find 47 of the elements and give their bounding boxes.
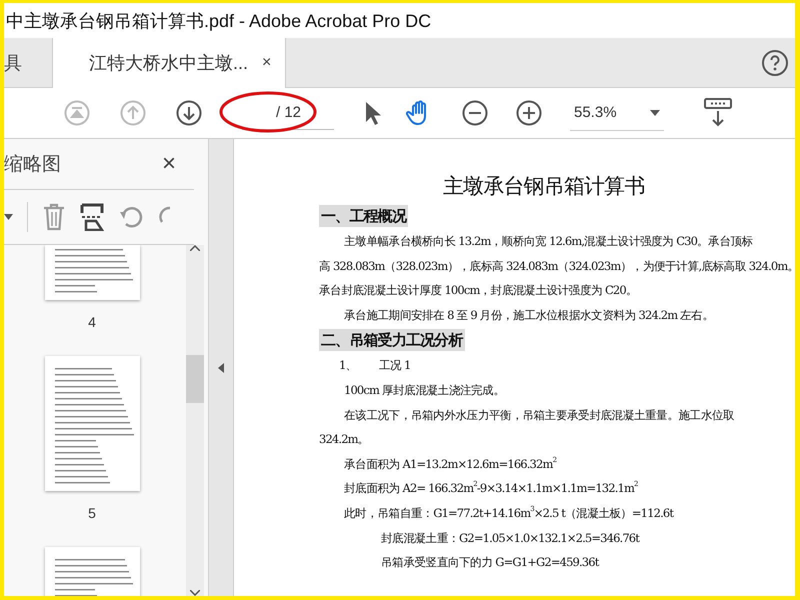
paragraph-line: 承台施工期间安排在 8 至 9 月份，施工水位根据水文资料为 324.2m 左右。 [343, 306, 715, 324]
zoom-field[interactable]: 55.3% [570, 96, 664, 130]
rotate-left-icon[interactable] [118, 204, 144, 230]
section-heading: 一、工程概况 [319, 205, 408, 227]
document-title: 主墩承台钢吊箱计算书 [442, 173, 646, 200]
zoom-in-icon[interactable] [516, 100, 542, 126]
keyboard-down-arrow-icon[interactable] [704, 98, 732, 128]
scroll-up-icon[interactable] [190, 245, 200, 251]
dropdown-caret-icon[interactable] [650, 110, 660, 116]
scroll-down-icon[interactable] [190, 590, 200, 596]
extract-pages-icon[interactable] [80, 203, 104, 231]
tab-label: 江特大桥水中主墩... [89, 52, 248, 75]
paragraph-line: 承台面积为 A1=13.2m×12.6m=166.32m$^{2}$ [343, 454, 558, 473]
scrollbar-thumb[interactable] [186, 355, 204, 403]
paragraph-line: 主墩单幅承台横桥向长 13.2m，顺桥向宽 12.6m,混凝土设计强度为 C30。承台顶标 [343, 233, 754, 250]
paragraph-line: 封底面积为 A2= 166.32m$^{2}$-9×3.14×1.1m×1.1m=132.1m$^{2}$ [343, 479, 639, 498]
dropdown-caret-icon[interactable] [4, 214, 13, 220]
page-count: / 12 [276, 104, 302, 121]
paragraph-line: 100cm 厚封底混凝土浇注完成。 [343, 382, 506, 399]
window-title: 中主墩承台钢吊箱计算书.pdf - Adobe Acrobat Pro DC [5, 10, 432, 33]
close-panel-button[interactable]: × [162, 150, 176, 178]
zoom-out-icon[interactable] [462, 100, 488, 126]
collapse-arrow-icon[interactable] [218, 362, 224, 372]
paragraph-line: 吊箱承受竖直向下的力 G=G1+G2=459.36t [380, 554, 600, 572]
zoom-value: 55.3% [574, 104, 617, 121]
paragraph-line: 此时，吊箱自重：G1=77.2t+14.16m$^{3}$×2.5 t（混凝土板）=112.6t [343, 504, 675, 522]
scrollbar[interactable] [186, 245, 204, 596]
list-item: 1、 工况 1 [338, 357, 412, 374]
panel-title: 缩略图 [4, 153, 61, 177]
close-tab-button[interactable]: × [262, 54, 272, 72]
paragraph-line: 承台封底混凝土设计厚度 100cm，封底混凝土设计强度为 C20。 [319, 282, 638, 300]
tab[interactable]: 具 [4, 38, 52, 87]
page-thumbnail[interactable] [44, 245, 140, 300]
page-number: 5 [88, 505, 96, 521]
help-icon[interactable] [761, 48, 789, 76]
tab[interactable]: 江特大桥水中主墩... × [52, 38, 286, 88]
paragraph-line: 高 328.083m（328.023m），底标高 324.083m（324.023m），为便于计算,底标高取 324.0m。 [319, 258, 795, 275]
page-number: 4 [88, 314, 96, 330]
page-thumbnail[interactable] [44, 356, 140, 491]
pointer-icon[interactable] [364, 100, 382, 126]
paragraph-line: 封底混凝土重：G2=1.05×1.0×132.1×2.5=346.76t [380, 530, 641, 547]
tab-label: 具 [4, 52, 22, 74]
section-heading: 二、吊箱受力工况分析 [319, 329, 465, 352]
paragraph-line: 在该工况下，吊箱内外水压力平衡，吊箱主要承受封底混凝土重量。施工水位取 [343, 406, 736, 424]
paragraph-line: 324.2m。 [319, 431, 370, 448]
page-thumbnail[interactable] [44, 547, 140, 596]
trash-icon[interactable] [42, 203, 66, 231]
